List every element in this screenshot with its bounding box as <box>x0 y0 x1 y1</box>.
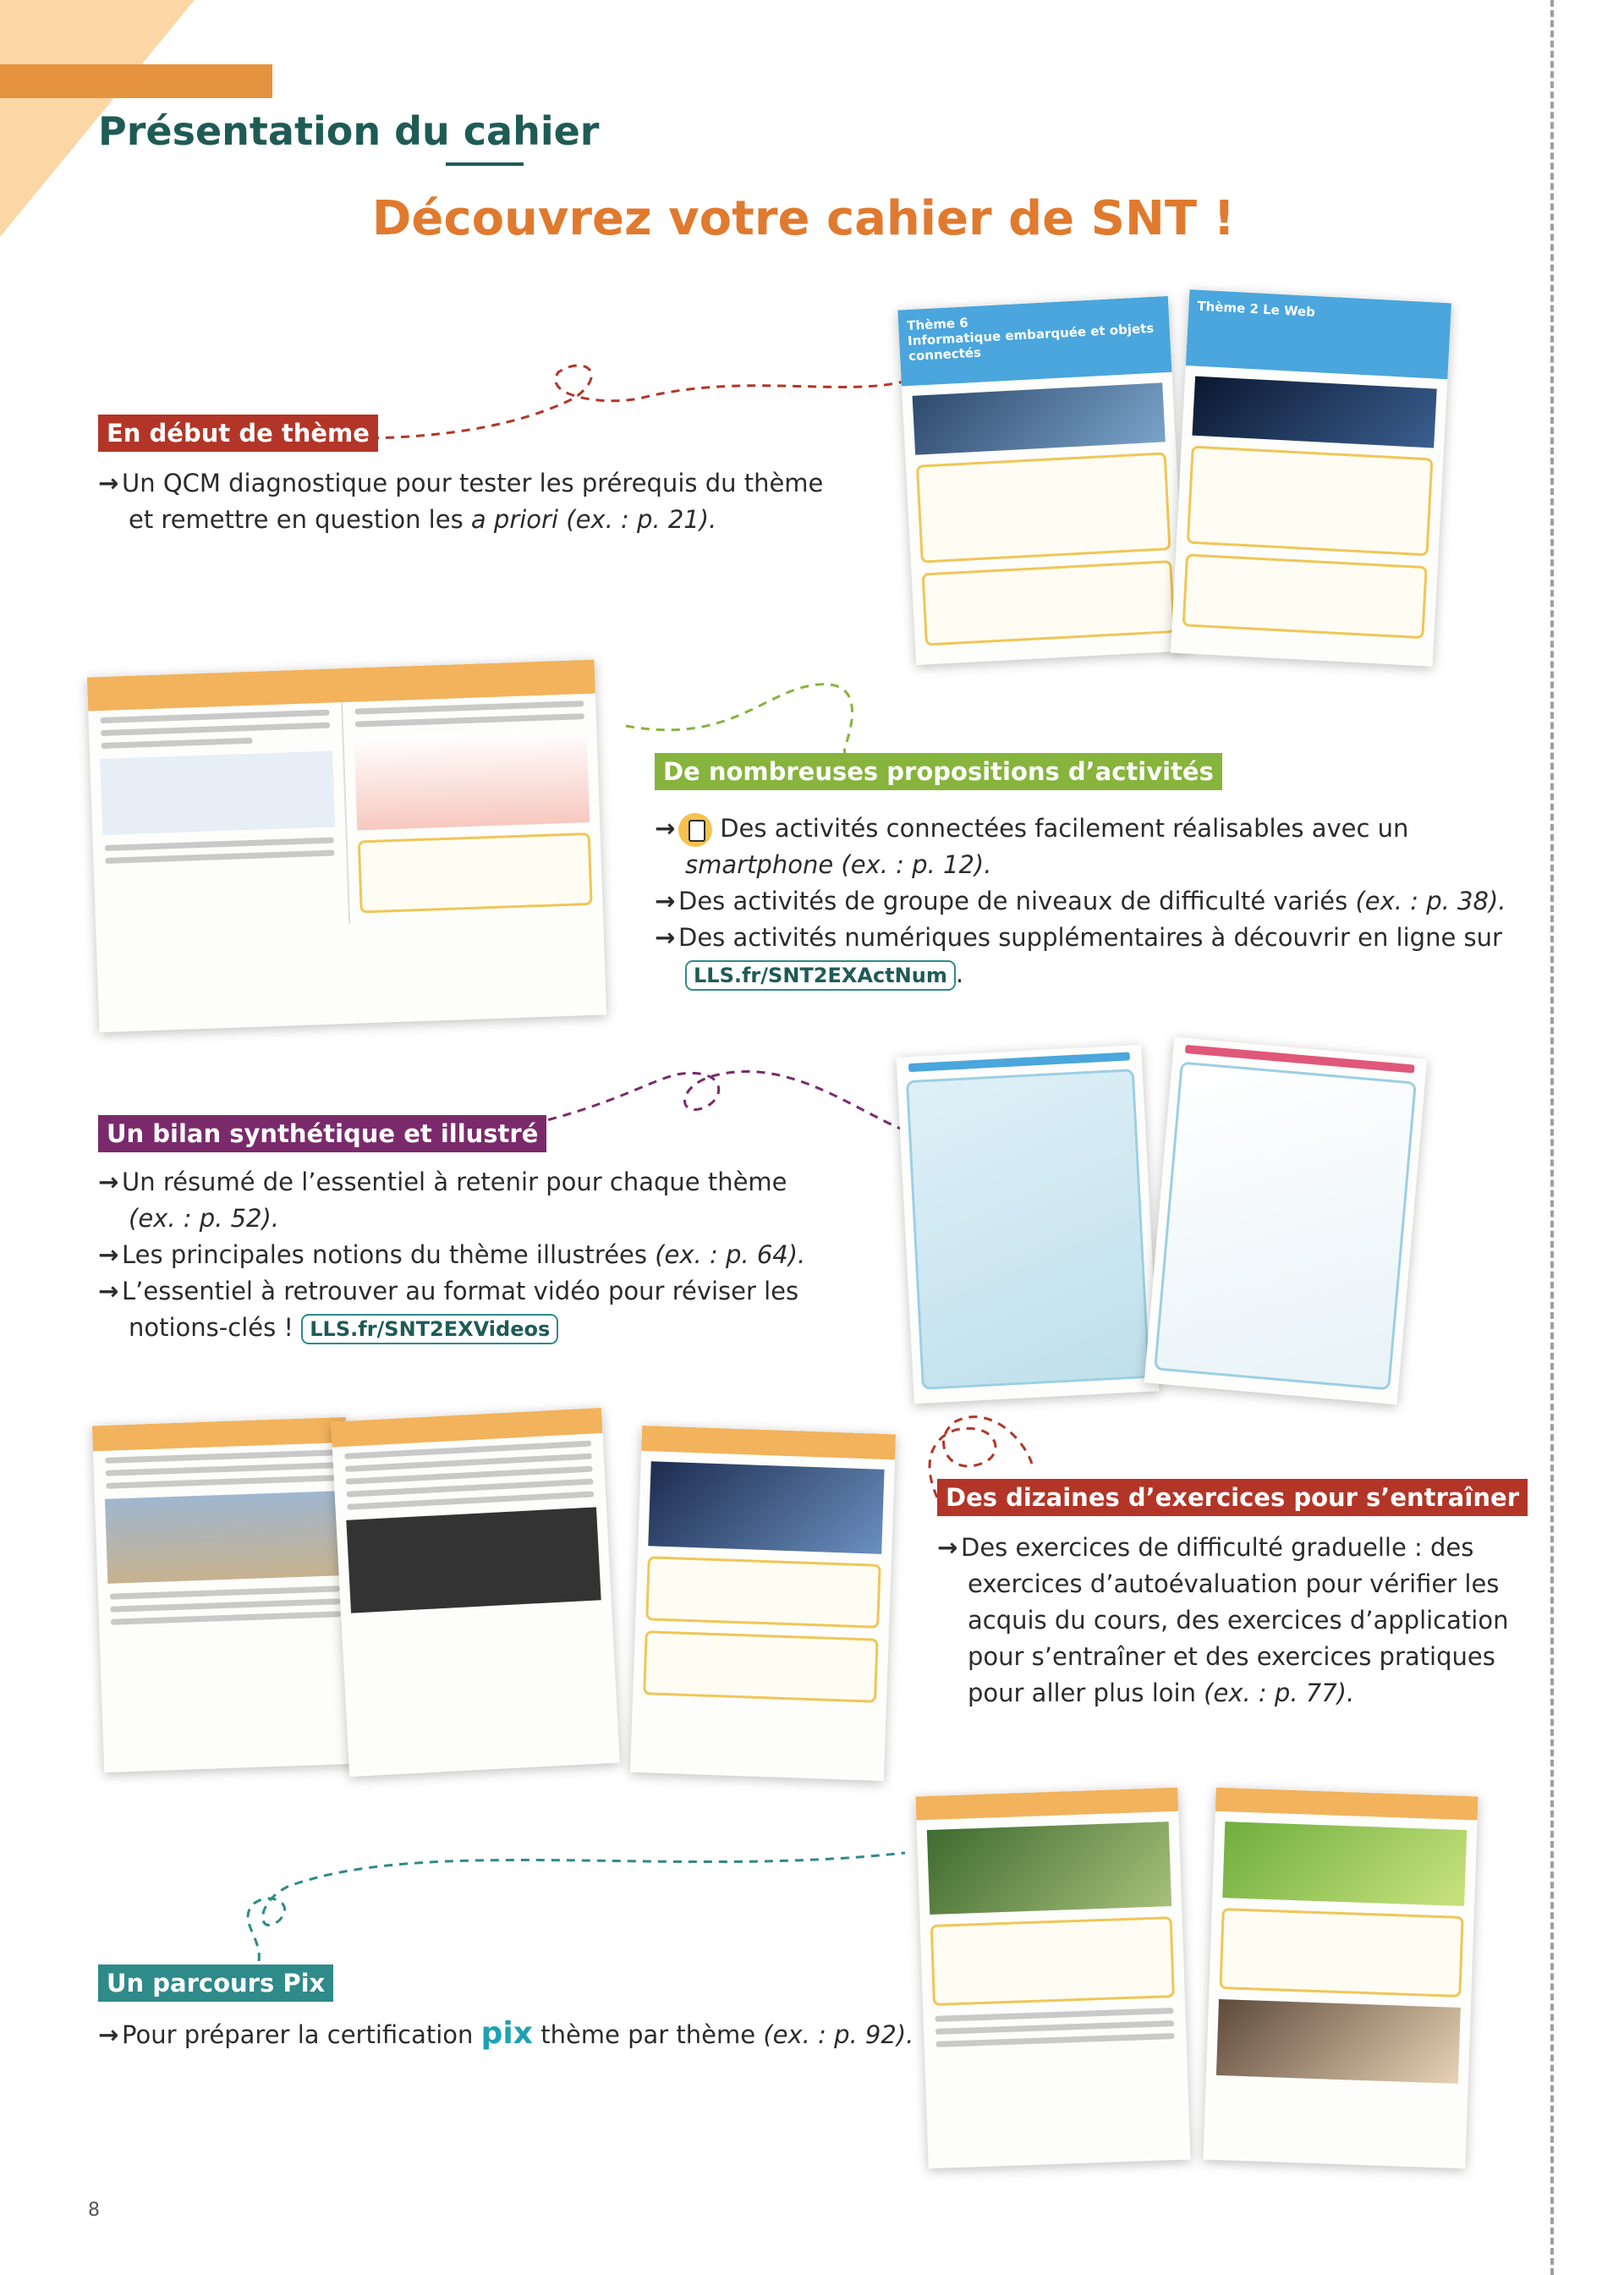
thumbnail-exercice-pratique <box>629 1425 897 1782</box>
main-title: Découvrez votre cahier de SNT ! <box>371 191 1236 246</box>
debut-line2b: a priori <box>470 505 559 534</box>
thumbnail-theme6: Thème 6 Informatique embarquée et objets… <box>897 295 1187 666</box>
label-exercices: Des dizaines d’exercices pour s’entraîne… <box>937 1479 1528 1516</box>
debut-line2a: et remettre en question les <box>129 505 471 534</box>
thumbnail-exercice-application <box>91 1416 359 1773</box>
activites-bullets: → Des activités connectées facilement ré… <box>655 811 1543 992</box>
exercices-l4: pour s’entraîner et des exercices pratiq… <box>968 1642 1495 1671</box>
arrow-icon: → <box>655 814 676 843</box>
arrow-icon: → <box>98 2020 119 2049</box>
thumbnail-bilan-1 <box>896 1044 1160 1404</box>
bilan-b3-cont: notions-clés ! <box>129 1313 302 1342</box>
bilan-bullets: → Un résumé de l’essentiel à retenir pour… <box>98 1164 859 1346</box>
debut-line2c: (ex. : p. 21). <box>558 505 717 534</box>
debut-line1: Un QCM diagnostique pour tester les prér… <box>122 469 824 497</box>
pix-text-c: (ex. : p. 92). <box>763 2020 914 2049</box>
bilan-b3: L’essentiel à retrouver au format vidéo … <box>122 1277 799 1305</box>
page-number: 8 <box>88 2200 100 2221</box>
pix-text-b: thème par thème <box>532 2020 764 2049</box>
activites-b1-cont: (ex. : p. 12). <box>833 850 992 879</box>
title-underline <box>446 162 524 166</box>
arrow-icon: → <box>98 1168 119 1196</box>
thumb-theme2-tag: Thème 2 <box>1196 298 1259 317</box>
exercices-l5b: (ex. : p. 77). <box>1204 1679 1355 1707</box>
smartphone-icon <box>678 813 712 847</box>
exercices-l5a: pour aller plus loin <box>968 1679 1204 1707</box>
link-videos[interactable]: LLS.fr/SNT2EXVideos <box>301 1314 559 1344</box>
bilan-b1-cont: (ex. : p. 52). <box>129 1204 280 1233</box>
pix-logo: pix <box>480 2016 533 2051</box>
pix-text-a: Pour préparer la certification <box>122 2020 481 2049</box>
thumbnail-bilan-2 <box>1144 1036 1428 1405</box>
activites-b2b: (ex. : p. 38). <box>1355 887 1506 915</box>
page-title: Présentation du cahier <box>98 108 600 154</box>
arrow-icon: → <box>98 469 119 497</box>
exercices-l1: Des exercices de difficulté graduelle : … <box>961 1533 1474 1562</box>
bilan-b2b: (ex. : p. 64). <box>655 1240 806 1269</box>
bilan-b2a: Les principales notions du thème illustr… <box>122 1240 656 1269</box>
thumbnail-activites <box>86 659 607 1033</box>
link-actnum[interactable]: LLS.fr/SNT2EXActNum <box>685 960 956 991</box>
label-activites: De nombreuses propositions d’activités <box>655 753 1222 790</box>
pix-bullet: → Pour préparer la certification pix thèm… <box>98 2015 927 2053</box>
exercices-l2: exercices d’autoévaluation pour vérifier… <box>968 1569 1500 1598</box>
thumbnail-exercice-autoevaluation <box>331 1407 620 1778</box>
debut-bullet: → Un QCM diagnostique pour tester les pré… <box>98 465 859 538</box>
arrow-icon: → <box>98 1277 119 1305</box>
activites-b2a: Des activités de groupe de niveaux de di… <box>678 887 1356 915</box>
arrow-icon: → <box>937 1533 958 1562</box>
label-pix: Un parcours Pix <box>98 1965 334 2002</box>
label-debut-theme: En début de thème <box>98 415 378 452</box>
arrow-icon: → <box>655 887 676 915</box>
arrow-icon: → <box>98 1240 119 1269</box>
activites-b1-italic: smartphone <box>685 850 834 879</box>
activites-b3: Des activités numériques supplémentaires… <box>678 923 1502 952</box>
arrow-icon: → <box>655 923 676 952</box>
thumbnail-pix-1 <box>915 1787 1191 2169</box>
thumbnail-pix-2 <box>1203 1787 1479 2169</box>
thumbnail-theme2: Thème 2 Le Web <box>1170 289 1452 667</box>
exercices-l3: acquis du cours, des exercices d’applica… <box>968 1606 1509 1635</box>
bilan-b1: Un résumé de l’essentiel à retenir pour … <box>122 1168 787 1196</box>
thumb-theme2-title: Le Web <box>1262 301 1316 320</box>
label-bilan: Un bilan synthétique et illustré <box>98 1115 547 1152</box>
activites-b1: Des activités connectées facilement réal… <box>720 814 1409 843</box>
exercices-bullets: → Des exercices de difficulté graduelle :… <box>937 1530 1529 1712</box>
